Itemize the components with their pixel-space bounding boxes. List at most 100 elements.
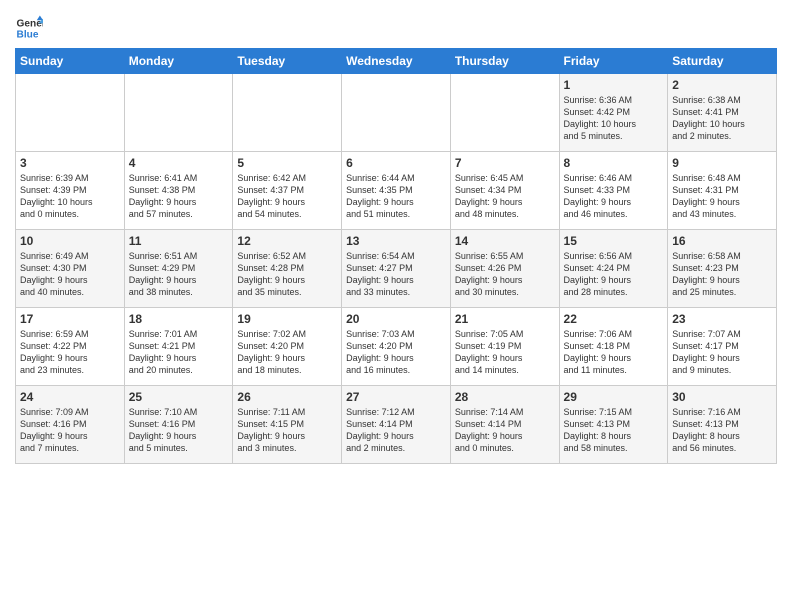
day-info: Sunrise: 6:45 AM Sunset: 4:34 PM Dayligh…	[455, 172, 555, 221]
day-number: 1	[564, 78, 664, 92]
day-info: Sunrise: 7:06 AM Sunset: 4:18 PM Dayligh…	[564, 328, 664, 377]
day-info: Sunrise: 6:54 AM Sunset: 4:27 PM Dayligh…	[346, 250, 446, 299]
day-cell	[342, 74, 451, 152]
col-header-sunday: Sunday	[16, 49, 125, 74]
day-number: 13	[346, 234, 446, 248]
day-info: Sunrise: 6:42 AM Sunset: 4:37 PM Dayligh…	[237, 172, 337, 221]
day-cell: 12 Sunrise: 6:52 AM Sunset: 4:28 PM Dayli…	[233, 230, 342, 308]
main-container: General Blue SundayMondayTuesdayWednesda…	[0, 0, 792, 469]
day-cell	[124, 74, 233, 152]
day-number: 26	[237, 390, 337, 404]
day-info: Sunrise: 6:58 AM Sunset: 4:23 PM Dayligh…	[672, 250, 772, 299]
day-number: 8	[564, 156, 664, 170]
day-number: 20	[346, 312, 446, 326]
day-info: Sunrise: 6:59 AM Sunset: 4:22 PM Dayligh…	[20, 328, 120, 377]
day-cell	[16, 74, 125, 152]
day-number: 25	[129, 390, 229, 404]
day-info: Sunrise: 7:16 AM Sunset: 4:13 PM Dayligh…	[672, 406, 772, 455]
day-cell: 30 Sunrise: 7:16 AM Sunset: 4:13 PM Dayli…	[668, 386, 777, 464]
day-info: Sunrise: 7:12 AM Sunset: 4:14 PM Dayligh…	[346, 406, 446, 455]
day-info: Sunrise: 6:36 AM Sunset: 4:42 PM Dayligh…	[564, 94, 664, 143]
day-number: 21	[455, 312, 555, 326]
day-cell: 22 Sunrise: 7:06 AM Sunset: 4:18 PM Dayli…	[559, 308, 668, 386]
day-cell: 26Sunrise: 7:11 AM Sunset: 4:15 PM Dayli…	[233, 386, 342, 464]
day-cell: 19Sunrise: 7:02 AM Sunset: 4:20 PM Dayli…	[233, 308, 342, 386]
day-info: Sunrise: 7:10 AM Sunset: 4:16 PM Dayligh…	[129, 406, 229, 455]
day-number: 29	[564, 390, 664, 404]
day-cell: 17Sunrise: 6:59 AM Sunset: 4:22 PM Dayli…	[16, 308, 125, 386]
day-cell: 6 Sunrise: 6:44 AM Sunset: 4:35 PM Daylig…	[342, 152, 451, 230]
day-cell: 24Sunrise: 7:09 AM Sunset: 4:16 PM Dayli…	[16, 386, 125, 464]
day-info: Sunrise: 6:56 AM Sunset: 4:24 PM Dayligh…	[564, 250, 664, 299]
col-header-monday: Monday	[124, 49, 233, 74]
day-number: 23	[672, 312, 772, 326]
day-number: 9	[672, 156, 772, 170]
day-cell: 14Sunrise: 6:55 AM Sunset: 4:26 PM Dayli…	[450, 230, 559, 308]
day-cell: 16 Sunrise: 6:58 AM Sunset: 4:23 PM Dayli…	[668, 230, 777, 308]
day-number: 6	[346, 156, 446, 170]
day-info: Sunrise: 7:03 AM Sunset: 4:20 PM Dayligh…	[346, 328, 446, 377]
day-info: Sunrise: 7:05 AM Sunset: 4:19 PM Dayligh…	[455, 328, 555, 377]
day-cell: 18 Sunrise: 7:01 AM Sunset: 4:21 PM Dayli…	[124, 308, 233, 386]
day-cell: 3 Sunrise: 6:39 AM Sunset: 4:39 PM Daylig…	[16, 152, 125, 230]
day-cell: 13 Sunrise: 6:54 AM Sunset: 4:27 PM Dayli…	[342, 230, 451, 308]
col-header-friday: Friday	[559, 49, 668, 74]
day-cell: 29 Sunrise: 7:15 AM Sunset: 4:13 PM Dayli…	[559, 386, 668, 464]
day-number: 19	[237, 312, 337, 326]
week-row-5: 24Sunrise: 7:09 AM Sunset: 4:16 PM Dayli…	[16, 386, 777, 464]
day-number: 7	[455, 156, 555, 170]
day-number: 22	[564, 312, 664, 326]
day-cell: 23Sunrise: 7:07 AM Sunset: 4:17 PM Dayli…	[668, 308, 777, 386]
day-info: Sunrise: 7:09 AM Sunset: 4:16 PM Dayligh…	[20, 406, 120, 455]
day-number: 30	[672, 390, 772, 404]
day-info: Sunrise: 6:51 AM Sunset: 4:29 PM Dayligh…	[129, 250, 229, 299]
day-number: 10	[20, 234, 120, 248]
day-number: 3	[20, 156, 120, 170]
day-number: 14	[455, 234, 555, 248]
day-number: 5	[237, 156, 337, 170]
day-cell: 7 Sunrise: 6:45 AM Sunset: 4:34 PM Daylig…	[450, 152, 559, 230]
day-info: Sunrise: 6:39 AM Sunset: 4:39 PM Dayligh…	[20, 172, 120, 221]
week-row-4: 17Sunrise: 6:59 AM Sunset: 4:22 PM Dayli…	[16, 308, 777, 386]
day-info: Sunrise: 7:14 AM Sunset: 4:14 PM Dayligh…	[455, 406, 555, 455]
day-info: Sunrise: 6:49 AM Sunset: 4:30 PM Dayligh…	[20, 250, 120, 299]
day-cell: 20 Sunrise: 7:03 AM Sunset: 4:20 PM Dayli…	[342, 308, 451, 386]
col-header-thursday: Thursday	[450, 49, 559, 74]
day-info: Sunrise: 7:15 AM Sunset: 4:13 PM Dayligh…	[564, 406, 664, 455]
day-number: 18	[129, 312, 229, 326]
day-info: Sunrise: 6:41 AM Sunset: 4:38 PM Dayligh…	[129, 172, 229, 221]
logo: General Blue	[15, 14, 43, 42]
day-number: 16	[672, 234, 772, 248]
header-row: General Blue	[15, 10, 777, 42]
col-header-tuesday: Tuesday	[233, 49, 342, 74]
logo-icon: General Blue	[15, 14, 43, 42]
day-cell: 10 Sunrise: 6:49 AM Sunset: 4:30 PM Dayli…	[16, 230, 125, 308]
day-cell: 15 Sunrise: 6:56 AM Sunset: 4:24 PM Dayli…	[559, 230, 668, 308]
day-number: 15	[564, 234, 664, 248]
day-info: Sunrise: 7:01 AM Sunset: 4:21 PM Dayligh…	[129, 328, 229, 377]
week-row-3: 10 Sunrise: 6:49 AM Sunset: 4:30 PM Dayli…	[16, 230, 777, 308]
day-info: Sunrise: 6:46 AM Sunset: 4:33 PM Dayligh…	[564, 172, 664, 221]
svg-text:Blue: Blue	[17, 29, 39, 40]
col-header-saturday: Saturday	[668, 49, 777, 74]
day-number: 27	[346, 390, 446, 404]
day-info: Sunrise: 6:44 AM Sunset: 4:35 PM Dayligh…	[346, 172, 446, 221]
day-cell: 2Sunrise: 6:38 AM Sunset: 4:41 PM Daylig…	[668, 74, 777, 152]
day-info: Sunrise: 6:52 AM Sunset: 4:28 PM Dayligh…	[237, 250, 337, 299]
day-cell: 5 Sunrise: 6:42 AM Sunset: 4:37 PM Daylig…	[233, 152, 342, 230]
day-number: 2	[672, 78, 772, 92]
day-cell: 11 Sunrise: 6:51 AM Sunset: 4:29 PM Dayli…	[124, 230, 233, 308]
week-row-2: 3 Sunrise: 6:39 AM Sunset: 4:39 PM Daylig…	[16, 152, 777, 230]
day-cell: 9Sunrise: 6:48 AM Sunset: 4:31 PM Daylig…	[668, 152, 777, 230]
day-number: 12	[237, 234, 337, 248]
day-cell: 21 Sunrise: 7:05 AM Sunset: 4:19 PM Dayli…	[450, 308, 559, 386]
day-cell: 1 Sunrise: 6:36 AM Sunset: 4:42 PM Daylig…	[559, 74, 668, 152]
week-row-1: 1 Sunrise: 6:36 AM Sunset: 4:42 PM Daylig…	[16, 74, 777, 152]
col-header-wednesday: Wednesday	[342, 49, 451, 74]
day-cell	[233, 74, 342, 152]
day-cell: 27 Sunrise: 7:12 AM Sunset: 4:14 PM Dayli…	[342, 386, 451, 464]
day-cell: 8 Sunrise: 6:46 AM Sunset: 4:33 PM Daylig…	[559, 152, 668, 230]
day-cell	[450, 74, 559, 152]
day-cell: 25 Sunrise: 7:10 AM Sunset: 4:16 PM Dayli…	[124, 386, 233, 464]
day-number: 11	[129, 234, 229, 248]
